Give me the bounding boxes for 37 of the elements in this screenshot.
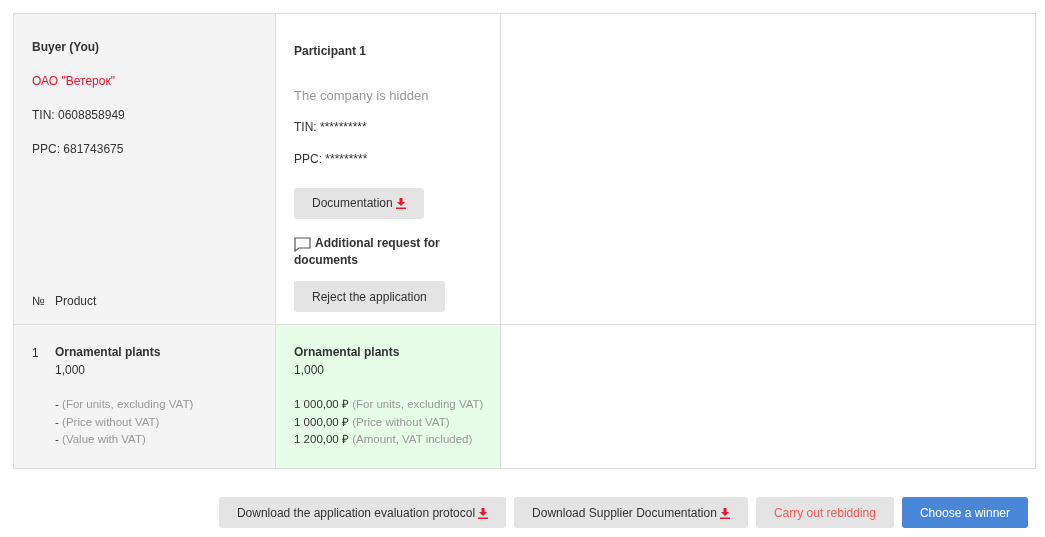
price-note: (Price without VAT) bbox=[62, 415, 160, 428]
company-name: ОАО "Ветерок" bbox=[32, 73, 116, 90]
documentation-button[interactable]: Documentation bbox=[294, 187, 424, 219]
row-number: 1 bbox=[32, 345, 40, 362]
ppc-text: PPC: 681743675 bbox=[32, 141, 125, 158]
participant-title: Participant 1 bbox=[294, 43, 368, 60]
price-value: - bbox=[55, 398, 59, 410]
price-value: - bbox=[55, 433, 59, 445]
price-note: (For units, excluding VAT) bbox=[352, 398, 484, 410]
product-name: Ornamental plants bbox=[294, 344, 401, 361]
price-note: (For units, excluding VAT) bbox=[62, 398, 194, 410]
download-button[interactable]: Download the application evaluation protocol bbox=[218, 497, 507, 528]
column-header: № bbox=[32, 293, 46, 310]
price-value: 1 000,00 ₽ bbox=[294, 415, 349, 428]
download-icon bbox=[719, 507, 730, 519]
download-icon bbox=[395, 198, 406, 209]
company-name: The company is hidden bbox=[294, 87, 430, 105]
price-note: (Value with VAT) bbox=[62, 433, 146, 445]
tin-text: TIN: 0608858949 bbox=[32, 107, 126, 124]
column-header: Product bbox=[55, 293, 97, 310]
product-name: Ornamental plants bbox=[55, 344, 162, 361]
download-icon bbox=[478, 507, 489, 519]
price-note: (Amount, VAT included) bbox=[352, 433, 473, 445]
price-value: 1 200,00 ₽ bbox=[294, 433, 349, 445]
download-button[interactable]: Download Supplier Documentation bbox=[514, 497, 748, 528]
tin-text: TIN: ********** bbox=[294, 118, 368, 136]
choose-winner-button[interactable]: Choose a winner bbox=[901, 497, 1028, 528]
comment-icon bbox=[294, 236, 311, 252]
quantity-text: 1,000 bbox=[294, 361, 326, 379]
buyer-title: Buyer (You) bbox=[32, 39, 101, 56]
price-note: (Price without VAT) bbox=[352, 415, 450, 428]
request-link[interactable]: Additional request for documents bbox=[294, 234, 482, 270]
quantity-text: 1,000 bbox=[55, 361, 87, 379]
price-value: - bbox=[55, 415, 59, 428]
reject-button[interactable]: Reject the application bbox=[294, 281, 445, 312]
ppc-text: PPC: ********* bbox=[294, 150, 369, 168]
price-value: 1 000,00 ₽ bbox=[294, 398, 349, 410]
